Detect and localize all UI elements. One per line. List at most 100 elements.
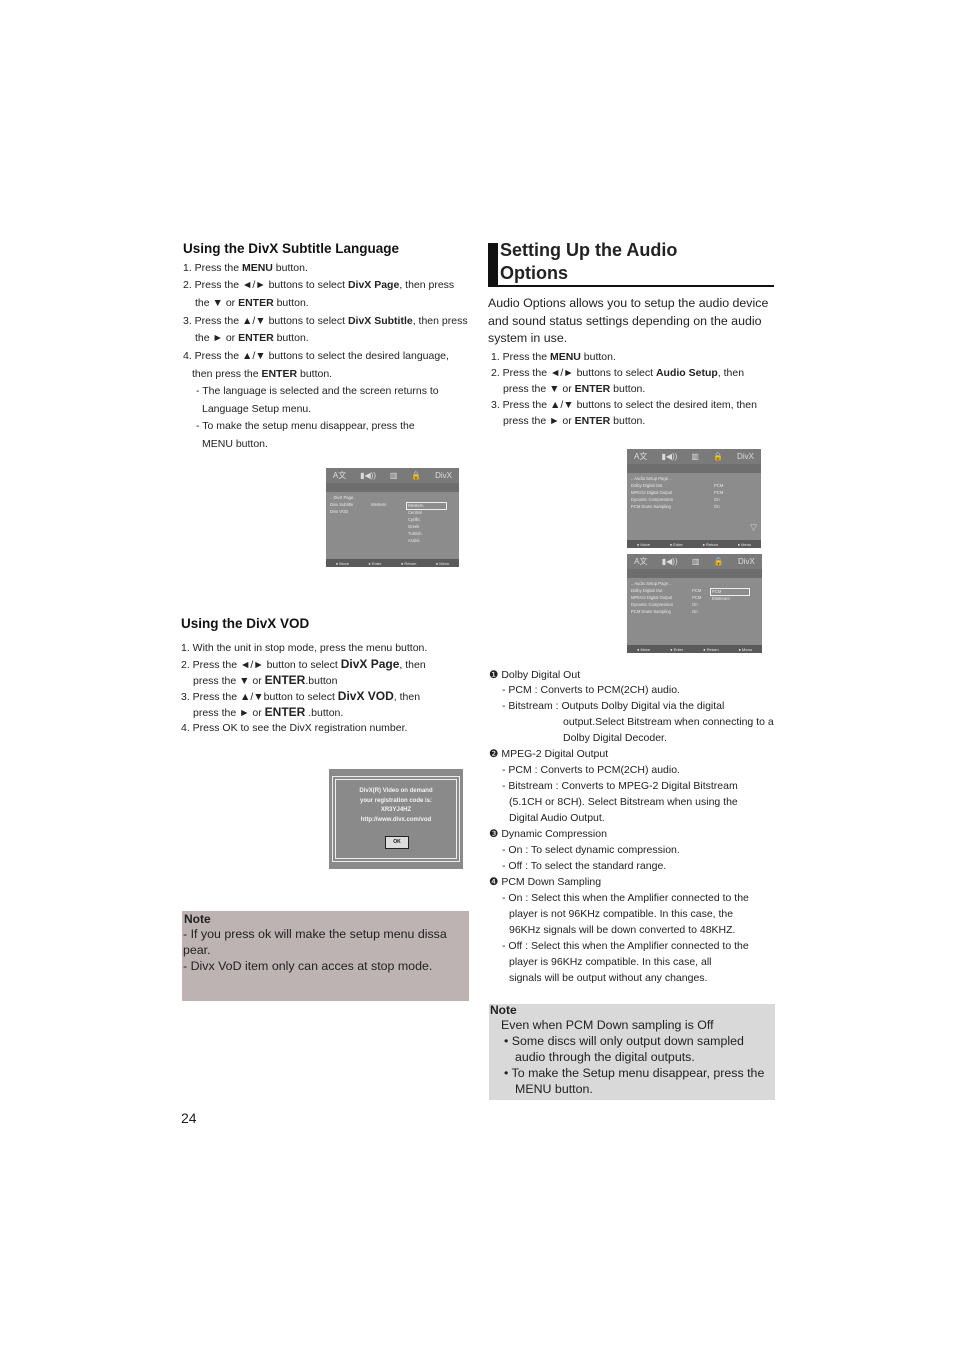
text-line: - PCM : Converts to PCM(2CH) audio. [502,683,680,697]
menu-value: PCM [692,588,702,593]
menu-item[interactable]: Dynamic Compression [631,497,673,502]
note-left: Note - If you press ok will make the set… [182,911,469,1001]
menu-hint: ● Menu [435,560,450,566]
return-hint: ● Return [400,560,417,566]
scroll-down-icon[interactable]: ▽ [750,522,757,533]
lock-icon[interactable]: 🔒 [411,471,421,480]
note-line: Even when PCM Down sampling is Off [501,1018,714,1032]
text-segment: , then press [399,279,455,291]
text-line: - To make the setup menu disappear, pres… [196,419,415,433]
menu-value: PCM [714,483,724,488]
text-segment: Language Setup menu. [202,403,312,415]
menu-option[interactable]: Central [408,510,422,515]
page-number: 24 [181,1110,197,1126]
note-line: • To make the Setup menu disappear, pres… [504,1066,765,1080]
language-icon[interactable]: A文 [333,470,346,481]
audio-title-line2: Options [500,263,568,283]
text-segment: button. [610,383,646,395]
text-segment: then press the [192,368,262,380]
text-segment: - Bitstream : Converts to MPEG-2 Digital… [502,780,738,792]
subtitle-heading: Using the DivX Subtitle Language [183,241,400,256]
dialog-line: your registration code is: [359,797,432,804]
text-segment: ❹ PCM Down Sampling [489,876,602,888]
divx-icon[interactable]: DivX [435,471,452,480]
audio-icon[interactable]: ▮◀)) [661,452,677,461]
text-line: 2. Press the ◄/► buttons to select DivX … [183,278,454,292]
note-line: • Some discs will only output down sampl… [504,1034,744,1048]
menu-item[interactable]: MPEG2 Digital Output [631,490,672,495]
menu-item[interactable]: Dolby Digital Out [631,588,662,593]
menu-option[interactable]: Cyrillic [408,517,420,522]
note-right: Note Even when PCM Down sampling is Off … [489,1003,775,1100]
bold-term: ENTER [574,383,611,395]
text-segment: press the ► or [193,707,265,719]
text-segment: 2. Press the ◄/► buttons to select [183,279,348,291]
text-segment: 3. Press the ▲/▼ buttons to select the d… [491,399,757,411]
registration-code: XR3YJ4HZ [380,807,412,813]
display-icon[interactable]: ▥ [691,452,699,461]
text-line: - Off : Select this when the Amplifier c… [502,939,749,953]
divx-icon[interactable]: DivX [738,557,755,566]
menu-item[interactable]: Dynamic Compression [631,602,673,607]
enter-hint: ● Enter [669,541,683,547]
menu-option[interactable]: Greek [408,524,419,529]
text-segment: press the ▼ or [193,675,265,687]
lock-icon[interactable]: 🔒 [714,557,724,566]
text-line: 1. With the unit in stop mode, press the… [181,641,427,655]
text-line: 3. Press the ▲/▼button to select DivX VO… [181,689,420,704]
audio-icon[interactable]: ▮◀)) [360,471,376,480]
menu-item[interactable]: Divx VOD [330,509,348,514]
display-icon[interactable]: ▥ [390,471,398,480]
text-segment: .button. [305,707,344,719]
text-line: - Bitstream : Outputs Dolby Digital via … [502,699,724,713]
menu-item[interactable]: PCM Down Sampling [631,609,671,614]
menu-option[interactable]: Bitstream [712,596,730,601]
text-segment: 1. Press the [491,351,550,363]
language-icon[interactable]: A文 [634,556,647,567]
divx-vod-dialog: DivX(R) Video on demand your registratio… [329,769,463,869]
text-segment: the ► or [195,332,239,344]
text-segment: 4. Press OK to see the DivX registration… [181,722,408,734]
vod-heading: Using the DivX VOD [181,616,310,631]
menu-value: On [714,504,720,509]
language-icon[interactable]: A文 [634,451,647,462]
text-segment: ❸ Dynamic Compression [489,828,607,840]
text-line: player is not 96KHz compatible. In this … [509,907,733,921]
text-line: - Bitstream : Converts to MPEG-2 Digital… [502,779,738,793]
bold-term: MENU [241,262,273,274]
screen-audio2-menu: A文 ▮◀)) ▥ 🔒 DivX .. Audio Setup Page .. Dolby … [627,554,762,653]
text-line: signals will be output without any chang… [509,971,707,985]
bold-term: DivX Page [347,279,400,291]
text-line: - Off : To select the standard range. [502,859,666,873]
text-segment: press the ▼ or [503,383,575,395]
menu-item[interactable]: Divx Subtitle [330,502,353,507]
text-segment: - Bitstream : Outputs Dolby Digital via … [502,700,725,712]
text-line: 1. Press the MENU button. [491,350,616,364]
ok-button[interactable]: OK [385,836,409,849]
menu-value: On [714,497,720,502]
bold-term: ENTER [264,673,306,687]
text-segment: signals will be output without any chang… [509,972,708,984]
move-hint: ● Move [636,646,651,652]
menu-item[interactable]: PCM Down Sampling [631,504,671,509]
audio-icon[interactable]: ▮◀)) [662,557,678,566]
menu-item[interactable]: Dolby Digital Out [631,483,662,488]
menu-hint: ● Menu [738,646,753,652]
text-line: Dolby Digital Decoder. [563,731,667,745]
bold-term: ENTER [574,415,611,427]
display-icon[interactable]: ▥ [692,557,700,566]
menu-item[interactable]: MPEG2 Digital Output [631,595,672,600]
note-line: - If you press ok will make the setup me… [183,927,447,941]
text-line: then press the ENTER button. [192,367,332,381]
divx-icon[interactable]: DivX [737,452,754,461]
text-line: (5.1CH or 8CH). Select Bitstream when us… [509,795,738,809]
text-line: 4. Press OK to see the DivX registration… [181,721,407,735]
manual-page: Using the DivX Subtitle Language Using t… [0,0,954,1351]
menu-option[interactable]: Arabic [408,538,420,543]
menu-option[interactable]: Turkish [408,531,422,536]
move-hint: ● Move [335,560,349,566]
dialog-line: DivX(R) Video on demand [359,788,433,794]
text-line: 3. Press the ▲/▼ buttons to select DivX … [183,314,468,328]
lock-icon[interactable]: 🔒 [713,452,723,461]
return-hint: ● Return [703,646,719,652]
